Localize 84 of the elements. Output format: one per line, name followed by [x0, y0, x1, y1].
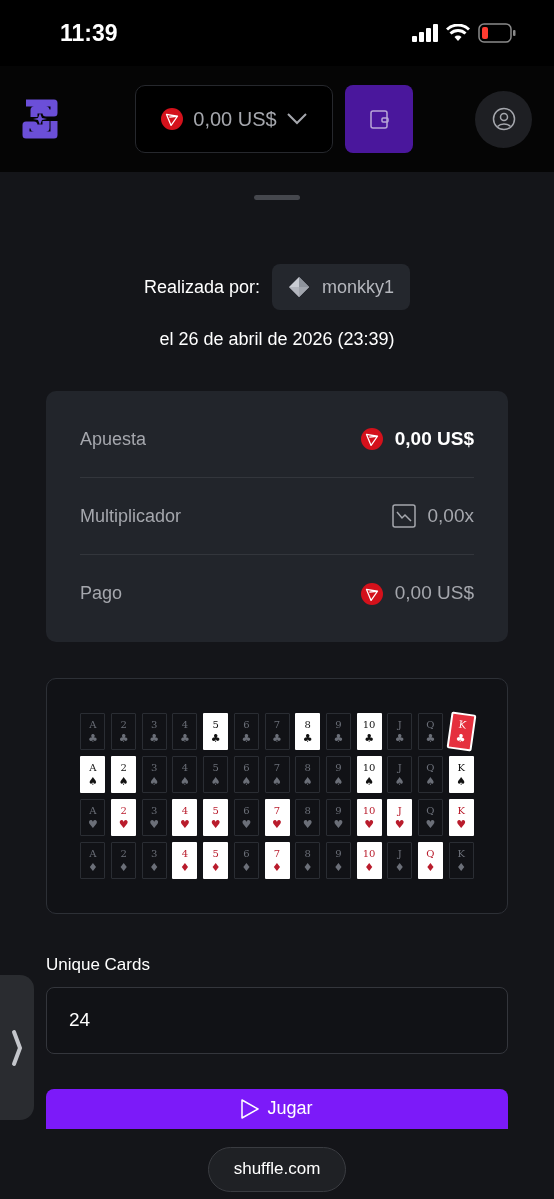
- playing-card: 6 ♥: [233, 799, 259, 836]
- profile-button[interactable]: [475, 90, 532, 148]
- url-bar[interactable]: shuffle.com: [207, 1146, 347, 1192]
- playing-card: 2 ♥: [111, 799, 137, 836]
- playing-card: 6 ♠: [233, 756, 259, 793]
- playing-card: 6 ♦: [233, 842, 259, 879]
- field-label: Unique Cards: [46, 954, 151, 976]
- playing-card: A ♦: [80, 842, 106, 879]
- playing-card: 4 ♥: [172, 799, 198, 836]
- playing-card: 9 ♠: [325, 756, 351, 793]
- playing-card: J ♠: [387, 756, 413, 793]
- playing-card: Q ♦: [417, 842, 443, 879]
- detail-value: 0,00 US$: [394, 581, 474, 606]
- playing-card: 3 ♦: [141, 842, 167, 879]
- playing-card: Q ♠: [417, 756, 443, 793]
- detail-label: Pago: [80, 582, 123, 605]
- playing-card: A ♥: [80, 799, 106, 836]
- detail-label: Apuesta: [80, 427, 147, 451]
- playing-card: 2 ♦: [111, 842, 137, 879]
- playing-card: 7 ♣: [264, 713, 290, 750]
- wifi-icon: [446, 24, 470, 42]
- drag-handle[interactable]: [254, 195, 300, 200]
- playing-card: 5 ♥: [203, 799, 229, 836]
- playing-card: 5 ♠: [203, 756, 229, 793]
- user-chip[interactable]: monkky1: [272, 264, 411, 310]
- diamond-icon: [288, 276, 310, 298]
- playing-card: 7 ♠: [264, 756, 290, 793]
- signal-icon: [412, 24, 438, 42]
- playing-card: 10 ♦: [356, 842, 382, 879]
- playing-card: 7 ♥: [264, 799, 290, 836]
- status-time: 11:39: [60, 18, 118, 48]
- playing-card: 8 ♥: [295, 799, 321, 836]
- play-icon: [241, 1098, 260, 1119]
- playing-card: K ♠: [448, 756, 474, 793]
- playing-card: Q ♣: [417, 713, 443, 750]
- detail-value: 0,00x: [427, 503, 474, 528]
- balance-selector[interactable]: 0,00 US$: [135, 85, 333, 153]
- playing-card: 5 ♦: [203, 842, 229, 879]
- playing-card: 2 ♣: [111, 713, 137, 750]
- play-button[interactable]: Jugar: [46, 1088, 508, 1129]
- playing-card: J ♦: [387, 842, 413, 879]
- battery-icon: [478, 23, 516, 43]
- playing-card: 3 ♠: [141, 756, 167, 793]
- playing-card: 10 ♣: [356, 713, 382, 750]
- playing-card: 6 ♣: [233, 713, 259, 750]
- playing-card: 8 ♣: [295, 713, 321, 750]
- playing-card: 2 ♠: [111, 756, 137, 793]
- playing-card: A ♠: [80, 756, 106, 793]
- user-icon: [491, 107, 516, 131]
- playing-card: J ♥: [387, 799, 413, 836]
- playing-card: 7 ♦: [264, 842, 290, 879]
- playing-card: 9 ♣: [325, 713, 351, 750]
- playing-card: 3 ♥: [141, 799, 167, 836]
- wallet-button[interactable]: [345, 85, 413, 153]
- playing-card: 4 ♣: [172, 713, 198, 750]
- placed-by-label: Realizada por:: [143, 275, 260, 299]
- side-tab[interactable]: [0, 975, 34, 1120]
- playing-card: A ♣: [80, 713, 106, 750]
- playing-card: 5 ♣: [203, 713, 229, 750]
- playing-card: 9 ♥: [325, 799, 351, 836]
- playing-card: J ♣: [387, 713, 413, 750]
- playing-card: 10 ♠: [356, 756, 382, 793]
- chart-icon: [391, 504, 416, 528]
- playing-card: K ♣: [446, 711, 477, 752]
- playing-card: 4 ♦: [172, 842, 198, 879]
- playing-card: 4 ♠: [172, 756, 198, 793]
- playing-card: 3 ♣: [141, 713, 167, 750]
- tron-coin-icon: [360, 428, 383, 450]
- playing-card: 8 ♦: [295, 842, 321, 879]
- detail-value: 0,00 US$: [394, 426, 474, 451]
- wallet-icon: [367, 107, 391, 131]
- tron-coin-icon: [360, 582, 383, 605]
- playing-card: 10 ♥: [356, 799, 382, 836]
- playing-card: Q ♥: [417, 799, 443, 836]
- playing-card: K ♦: [448, 842, 474, 879]
- unique-cards-field[interactable]: 24: [46, 986, 508, 1054]
- detail-label: Multiplicador: [80, 504, 182, 528]
- playing-card: 9 ♦: [325, 842, 351, 879]
- chevron-down-icon: [286, 113, 307, 125]
- playing-card: 8 ♠: [295, 756, 321, 793]
- playing-card: K ♥: [448, 799, 474, 836]
- tron-coin-icon: [161, 108, 184, 130]
- bet-date: el 26 de abril de 2026 (23:39): [159, 328, 395, 351]
- chevron-right-icon: [11, 1028, 23, 1067]
